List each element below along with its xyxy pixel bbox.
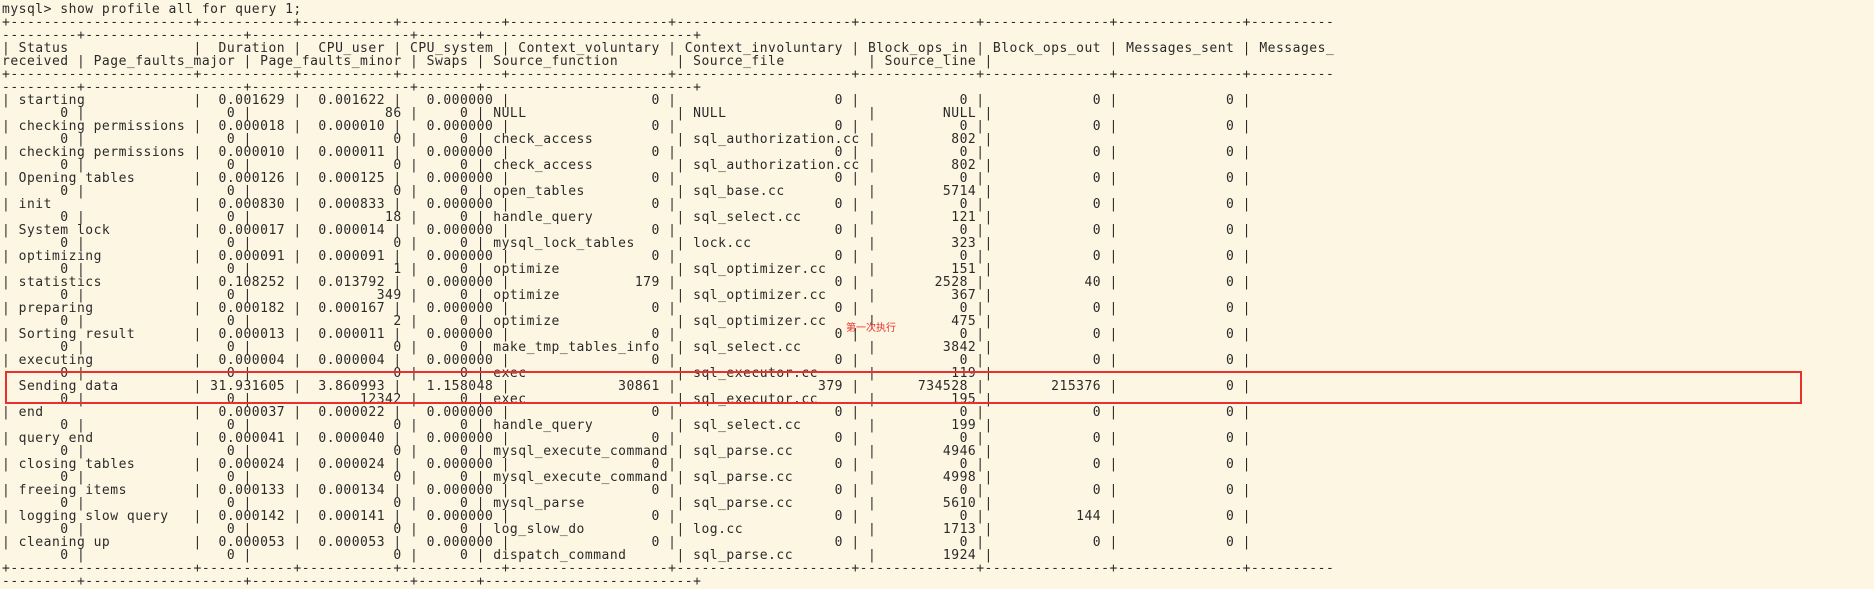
sending-data-highlight-box — [5, 371, 1802, 404]
table-border: ---------+-------------------+----------… — [2, 574, 702, 589]
first-execution-annotation: 第一次执行 — [846, 323, 896, 334]
terminal-output: mysql> show profile all for query 1; +---… — [2, 3, 1334, 588]
